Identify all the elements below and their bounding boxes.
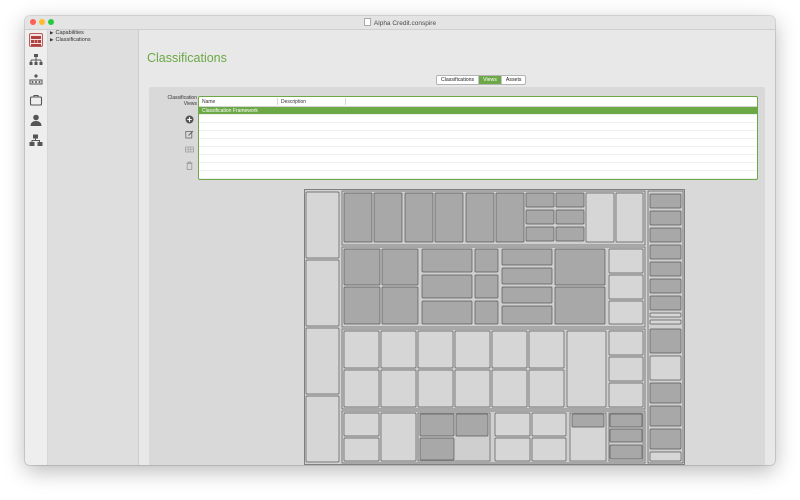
empty-row: [199, 123, 757, 131]
tree-item-classifications[interactable]: ▶ Classifications: [50, 37, 91, 43]
tab-assets[interactable]: Assets: [502, 76, 526, 84]
disclosure-triangle-icon[interactable]: ▶: [50, 37, 53, 42]
document-icon: [363, 18, 371, 26]
briefcase-icon[interactable]: [29, 93, 43, 107]
classification-views-label: Classification Views: [167, 95, 197, 107]
edit-icon[interactable]: [185, 126, 194, 139]
trash-icon[interactable]: [185, 157, 194, 170]
main-content: Classifications Classifications Views As…: [139, 30, 775, 465]
column-header-description[interactable]: Description: [281, 99, 306, 105]
tab-views[interactable]: Views: [479, 76, 502, 84]
tree-item-label: Capabilities: [55, 30, 84, 36]
navigation-tree: ▶ Capabilities ▶ Classifications: [48, 30, 139, 465]
view-tabs: Classifications Views Assets: [436, 75, 527, 85]
window-title: Alpha Credit.conspire: [25, 18, 775, 27]
table-cell-name: Classification Framework: [202, 108, 258, 114]
tool-sidebar: [25, 30, 48, 465]
empty-row: [199, 115, 757, 123]
app-window: Alpha Credit.conspire ▶ Capabilities ▶ Cla…: [25, 16, 775, 465]
empty-row: [199, 147, 757, 155]
classification-framework-preview: [304, 189, 685, 465]
views-panel: Classification Views Name Description Cl…: [149, 87, 765, 465]
empty-row: [199, 171, 757, 179]
empty-row: [199, 163, 757, 171]
hierarchy-icon[interactable]: [29, 53, 43, 67]
table-header: Name Description: [199, 97, 757, 107]
tree-item-capabilities[interactable]: ▶ Capabilities: [50, 30, 84, 36]
window-title-text: Alpha Credit.conspire: [373, 20, 437, 27]
view-grid-icon[interactable]: [185, 141, 194, 153]
title-bar: Alpha Credit.conspire: [25, 16, 775, 30]
add-icon[interactable]: [185, 111, 194, 124]
empty-row: [199, 131, 757, 139]
tab-classifications[interactable]: Classifications: [437, 76, 480, 84]
person-icon[interactable]: [29, 113, 43, 127]
empty-row: [199, 139, 757, 147]
classification-views-table: Name Description Classification Framewor…: [198, 96, 758, 180]
dashboard-icon[interactable]: [29, 33, 43, 47]
disclosure-triangle-icon[interactable]: ▶: [50, 30, 53, 35]
org-chart-icon[interactable]: [29, 73, 43, 87]
column-header-name[interactable]: Name: [202, 99, 215, 105]
flow-icon[interactable]: [29, 134, 43, 148]
page-title: Classifications: [147, 51, 227, 65]
tree-item-label: Classifications: [55, 37, 91, 43]
table-row[interactable]: Classification Framework: [199, 107, 757, 115]
empty-row: [199, 155, 757, 163]
